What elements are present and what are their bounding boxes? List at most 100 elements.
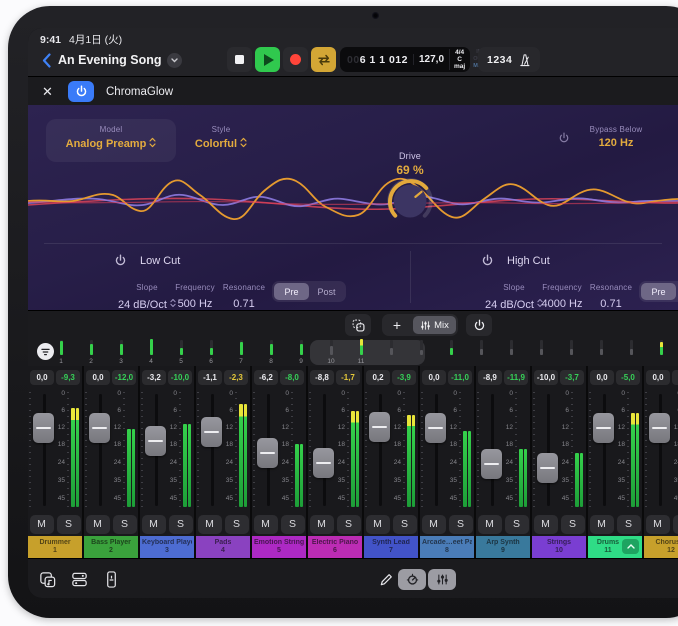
channel-strip-11[interactable]: 0,0-5,0061218243545MSDrums11 [588, 366, 642, 558]
volume-value[interactable]: -8,8 [310, 370, 334, 385]
channel-strip-inspector-button[interactable] [100, 568, 122, 590]
volume-value[interactable]: 0,0 [86, 370, 110, 385]
solo-button[interactable]: S [337, 515, 361, 534]
track-name-plate[interactable]: Arp Synth9 [476, 536, 530, 558]
loop-browser-button[interactable] [36, 568, 58, 590]
count-in-button[interactable]: 1234 [478, 47, 540, 72]
fader-track[interactable] [603, 394, 606, 506]
solo-button[interactable]: S [673, 515, 678, 534]
track-name-plate[interactable]: Keyboard Player3 [140, 536, 194, 558]
peak-level-value[interactable]: -2,3 [224, 370, 248, 385]
mute-button[interactable]: M [366, 515, 390, 534]
plugin-power-button[interactable] [68, 81, 94, 102]
peak-level-value[interactable]: -11,9 [504, 370, 528, 385]
channel-strip-12[interactable]: 0,0061218243545MSChorus V12 [644, 366, 678, 558]
solo-button[interactable]: S [57, 515, 81, 534]
channel-strip-7[interactable]: 0,2-3,9061218243545MSSynth Lead7 [364, 366, 418, 558]
channel-strip-5[interactable]: -6,2-8,0061218243545MSEmotion Strings5 [252, 366, 306, 558]
fader-handle[interactable] [145, 426, 166, 456]
mixer-view-button[interactable] [428, 569, 456, 590]
cycle-button[interactable] [311, 47, 336, 72]
channel-strip-2[interactable]: 0,0-12,0061218243545MSBass Player2 [84, 366, 138, 558]
model-selector[interactable]: Model Analog Preamp [46, 119, 176, 162]
fader-track[interactable] [659, 394, 662, 506]
mute-button[interactable]: M [478, 515, 502, 534]
volume-value[interactable]: 0,0 [30, 370, 54, 385]
solo-button[interactable]: S [449, 515, 473, 534]
mute-button[interactable]: M [30, 515, 54, 534]
volume-value[interactable]: 0,0 [422, 370, 446, 385]
fader-handle[interactable] [369, 412, 390, 442]
peak-level-value[interactable] [672, 370, 678, 385]
level-control[interactable]: Level 0.0 [664, 125, 678, 149]
high-cut-power-button[interactable] [481, 254, 494, 272]
fader-handle[interactable] [89, 413, 110, 443]
bypass-below-control[interactable]: Bypass Below 120 Hz [573, 125, 659, 149]
volume-value[interactable]: -8,9 [478, 370, 502, 385]
peak-level-value[interactable]: -3,7 [560, 370, 584, 385]
fader-track[interactable] [99, 394, 102, 506]
fader-handle[interactable] [33, 413, 54, 443]
volume-value[interactable]: -6,2 [254, 370, 278, 385]
track-name-plate[interactable]: Strings10 [532, 536, 586, 558]
drive-knob[interactable] [384, 175, 436, 227]
volume-value[interactable]: 0,2 [366, 370, 390, 385]
track-name-plate[interactable]: Drummer1 [28, 536, 82, 558]
channel-strip-6[interactable]: -8,8-1,7061218243545MSElectric Piano6 [308, 366, 362, 558]
peak-level-value[interactable]: -8,0 [280, 370, 304, 385]
fader-track[interactable] [211, 394, 214, 506]
pencil-button[interactable] [375, 568, 397, 590]
song-title-menu[interactable]: An Evening Song [58, 48, 182, 72]
peak-level-value[interactable]: -3,9 [392, 370, 416, 385]
channel-strip-1[interactable]: 0,0-9,3061218243545MSDrummer1 [28, 366, 82, 558]
peak-level-value[interactable]: -1,7 [336, 370, 360, 385]
mute-button[interactable]: M [142, 515, 166, 534]
bypass-power-button[interactable] [558, 131, 570, 149]
mute-button[interactable]: M [198, 515, 222, 534]
fader-handle[interactable] [481, 449, 502, 479]
solo-button[interactable]: S [113, 515, 137, 534]
mute-button[interactable]: M [646, 515, 670, 534]
fader-handle[interactable] [257, 438, 278, 468]
fader-handle[interactable] [649, 413, 670, 443]
duplicate-button[interactable] [345, 314, 371, 336]
solo-button[interactable]: S [225, 515, 249, 534]
track-name-plate[interactable]: Chorus V12 [644, 536, 678, 558]
fader-handle[interactable] [313, 448, 334, 478]
fader-track[interactable] [435, 394, 438, 506]
play-button[interactable] [255, 47, 280, 72]
lcd-display[interactable]: 006 1 1 012 127,0 4/4C maj IN OUTMIDI [340, 47, 470, 72]
solo-button[interactable]: S [617, 515, 641, 534]
track-name-plate[interactable]: Pads4 [196, 536, 250, 558]
volume-value[interactable]: -3,2 [142, 370, 166, 385]
filter-button[interactable] [37, 343, 54, 360]
low-cut-power-button[interactable] [114, 254, 127, 272]
add-track-button[interactable]: + [382, 314, 412, 336]
solo-button[interactable]: S [393, 515, 417, 534]
low-cut-pre-button[interactable]: Pre [274, 283, 309, 300]
channel-strip-9[interactable]: -8,9-11,9061218243545MSArp Synth9 [476, 366, 530, 558]
plugin-close-button[interactable]: ✕ [42, 84, 60, 100]
fader-handle[interactable] [593, 413, 614, 443]
mute-button[interactable]: M [590, 515, 614, 534]
stop-button[interactable] [227, 47, 252, 72]
solo-button[interactable]: S [281, 515, 305, 534]
channel-strip-8[interactable]: 0,0-11,0061218243545MSArcade…eet Pad8 [420, 366, 474, 558]
track-name-plate[interactable]: Synth Lead7 [364, 536, 418, 558]
peak-level-value[interactable]: -5,0 [616, 370, 640, 385]
peak-level-value[interactable]: -9,3 [56, 370, 80, 385]
volume-value[interactable]: 0,0 [646, 370, 670, 385]
tuner-button[interactable] [398, 569, 426, 590]
mix-mode-button[interactable]: Mix [413, 316, 456, 334]
back-button[interactable] [36, 48, 56, 72]
volume-value[interactable]: -1,1 [198, 370, 222, 385]
meter-bridge[interactable]: 1234567891011 [28, 338, 678, 366]
channel-strip-3[interactable]: -3,2-10,0061218243545MSKeyboard Player3 [140, 366, 194, 558]
fader-track[interactable] [43, 394, 46, 506]
low-cut-post-button[interactable]: Post [309, 283, 344, 300]
fader-handle[interactable] [425, 413, 446, 443]
title-disclosure-button[interactable] [167, 53, 182, 68]
record-button[interactable] [283, 47, 308, 72]
fader-handle[interactable] [537, 453, 558, 483]
mute-button[interactable]: M [254, 515, 278, 534]
